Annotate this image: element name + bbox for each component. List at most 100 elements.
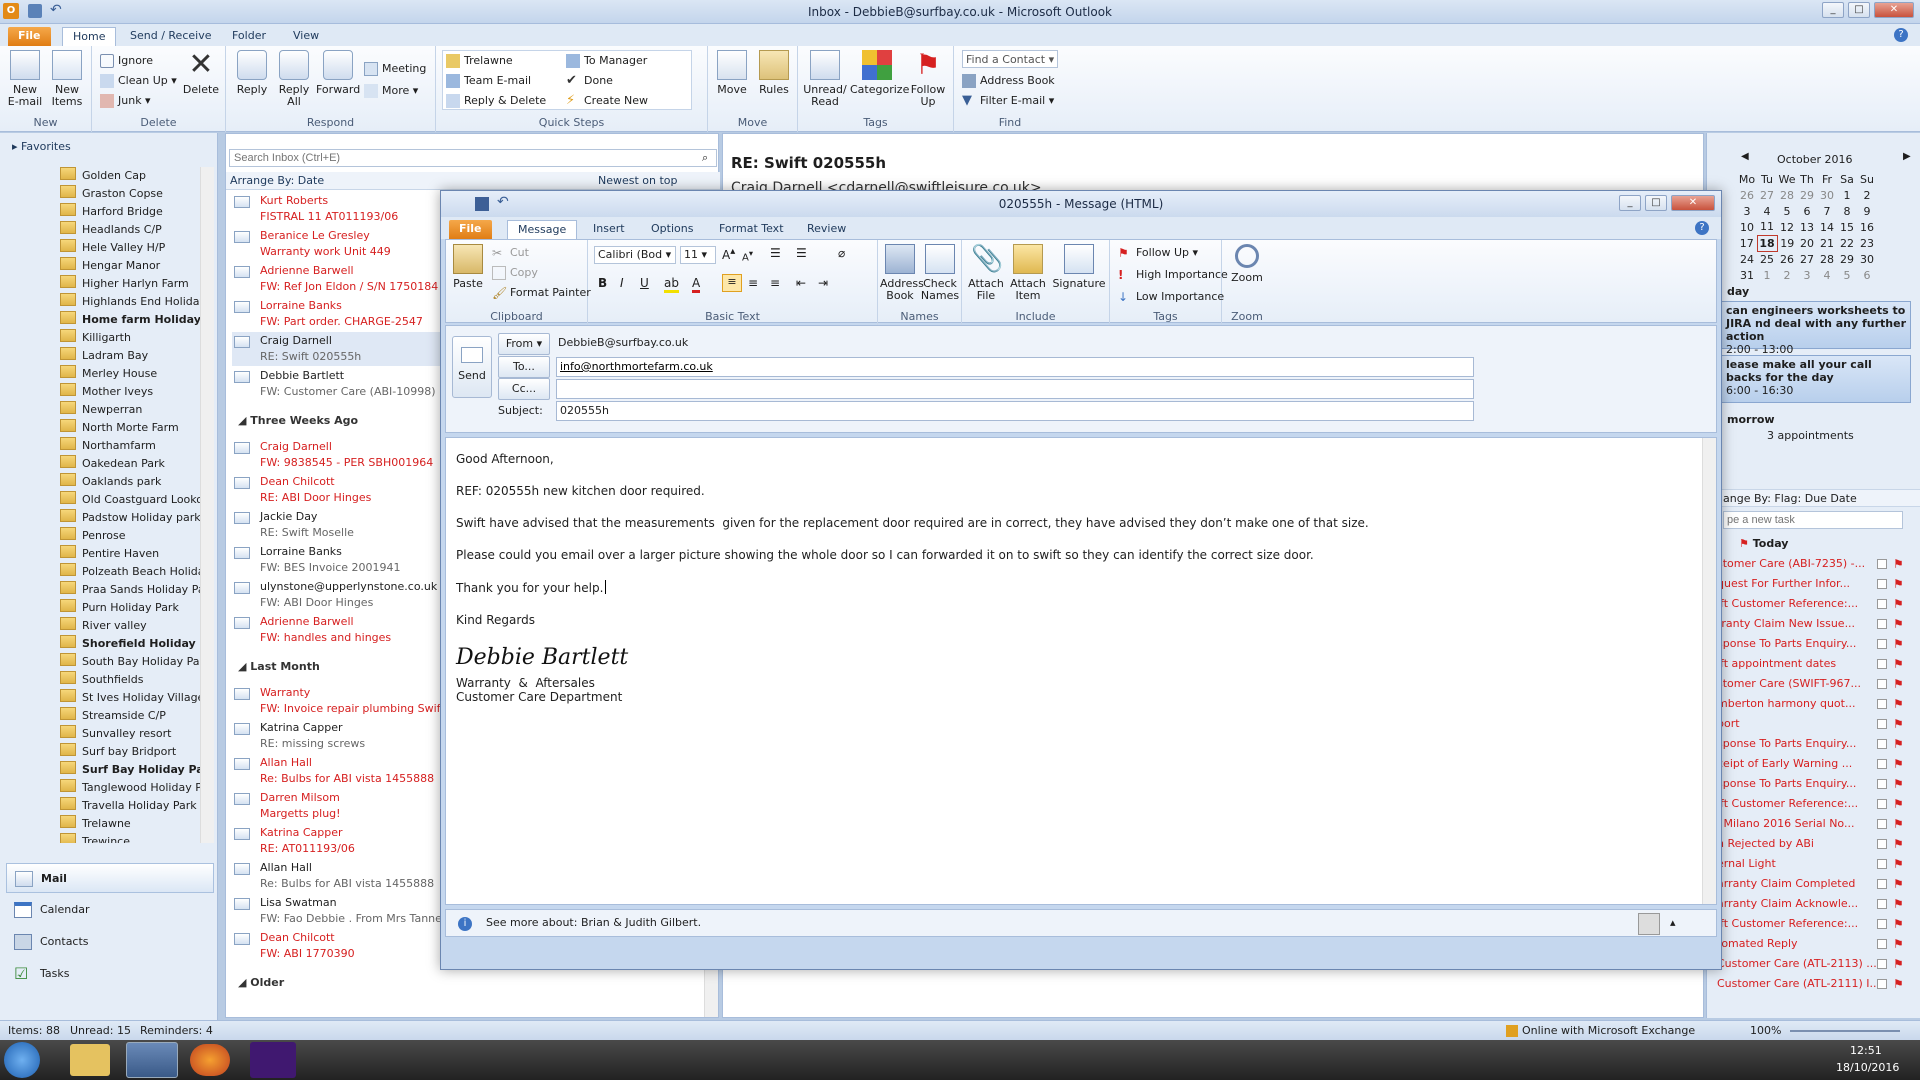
status-reminders[interactable]: Reminders: 4: [140, 1021, 213, 1041]
task-item[interactable]: ift Customer Reference:...: [1717, 917, 1887, 933]
collapse-group-icon[interactable]: ◢: [238, 976, 250, 989]
junk-button[interactable]: Junk ▾: [100, 92, 151, 110]
help-icon[interactable]: ?: [1894, 28, 1908, 42]
reply-all-button[interactable]: Reply All: [274, 50, 314, 108]
task-item[interactable]: stomer Care (SWIFT-967...: [1717, 677, 1887, 693]
task-checkbox[interactable]: [1877, 799, 1887, 809]
attach-file-button[interactable]: 📎 Attach File: [966, 244, 1006, 302]
task-checkbox[interactable]: [1877, 679, 1887, 689]
decrease-indent-icon[interactable]: ⇤: [796, 276, 806, 290]
task-item[interactable]: mberton harmony quot...: [1717, 697, 1887, 713]
align-center-icon[interactable]: ≡: [748, 276, 758, 290]
task-flag-icon[interactable]: ⚑: [1893, 637, 1904, 651]
font-size-select[interactable]: 11 ▾: [680, 246, 716, 264]
task-item[interactable]: arranty Claim Acknowle...: [1717, 897, 1887, 913]
folder-item[interactable]: Southfields: [60, 671, 200, 689]
zoom-button[interactable]: Zoom: [1228, 244, 1266, 284]
align-right-icon[interactable]: ≡: [770, 276, 780, 290]
compose-tab-file[interactable]: File: [449, 220, 492, 239]
task-arrange-by[interactable]: ange By: Flag: Due Date: [1707, 489, 1920, 507]
qs-done[interactable]: ✔ Done: [566, 72, 613, 90]
nav-contacts[interactable]: Contacts: [6, 927, 214, 957]
task-item[interactable]: sponse To Parts Enquiry...: [1717, 737, 1887, 753]
task-flag-icon[interactable]: ⚑: [1893, 917, 1904, 931]
calendar-day[interactable]: 1: [1757, 267, 1777, 283]
calendar-day[interactable]: 13: [1797, 219, 1817, 235]
calendar-day[interactable]: 5: [1777, 203, 1797, 219]
calendar-day[interactable]: 9: [1857, 203, 1877, 219]
calendar-day[interactable]: 26: [1737, 187, 1757, 203]
folder-item[interactable]: Praa Sands Holiday Park: [60, 581, 200, 599]
folder-item[interactable]: Graston Copse: [60, 185, 200, 203]
qs-to-manager[interactable]: To Manager: [566, 52, 647, 70]
calendar-day[interactable]: 10: [1737, 219, 1757, 235]
calendar-day[interactable]: 23: [1857, 235, 1877, 251]
folder-item[interactable]: Old Coastguard Lookou: [60, 491, 200, 509]
folder-item[interactable]: Golden Cap: [60, 167, 200, 185]
app-taskbar-icon[interactable]: [250, 1042, 296, 1078]
task-checkbox[interactable]: [1877, 739, 1887, 749]
signature-button[interactable]: Signature: [1052, 244, 1106, 290]
calendar-day[interactable]: 12: [1777, 219, 1797, 235]
task-checkbox[interactable]: [1877, 919, 1887, 929]
compose-tab-format-text[interactable]: Format Text: [709, 220, 794, 239]
folder-item[interactable]: St Ives Holiday Village: [60, 689, 200, 707]
start-button[interactable]: [4, 1042, 40, 1078]
task-checkbox[interactable]: [1877, 579, 1887, 589]
folder-item[interactable]: Travella Holiday Park: [60, 797, 200, 815]
folder-item[interactable]: Headlands C/P: [60, 221, 200, 239]
align-left-icon[interactable]: ≡: [722, 274, 742, 292]
task-flag-icon[interactable]: ⚑: [1893, 677, 1904, 691]
compose-tab-message[interactable]: Message: [507, 220, 578, 239]
compose-tab-options[interactable]: Options: [641, 220, 703, 239]
appointment-2[interactable]: lease make all your call backs for the d…: [1721, 355, 1911, 403]
compose-help-icon[interactable]: ?: [1695, 221, 1709, 235]
folder-item[interactable]: Hengar Manor: [60, 257, 200, 275]
message-body[interactable]: Good Afternoon, REF: 020555h new kitchen…: [445, 437, 1717, 905]
task-flag-icon[interactable]: ⚑: [1893, 957, 1904, 971]
calendar-day[interactable]: 2: [1857, 187, 1877, 203]
format-painter-button[interactable]: 🖌 Format Painter: [492, 284, 591, 302]
explorer-taskbar-icon[interactable]: [70, 1044, 110, 1076]
task-item[interactable]: sponse To Parts Enquiry...: [1717, 777, 1887, 793]
calendar-day[interactable]: 27: [1797, 251, 1817, 267]
task-item[interactable]: i Milano 2016 Serial No...: [1717, 817, 1887, 833]
calendar-day[interactable]: 1: [1837, 187, 1857, 203]
font-name-select[interactable]: Calibri (Bod ▾: [594, 246, 676, 264]
arrange-by-bar[interactable]: Arrange By: Date Newest on top: [226, 172, 720, 190]
task-flag-icon[interactable]: ⚑: [1893, 737, 1904, 751]
new-task-input[interactable]: [1723, 511, 1903, 529]
rules-button[interactable]: Rules: [754, 50, 794, 96]
task-flag-icon[interactable]: ⚑: [1893, 897, 1904, 911]
mail-group-header[interactable]: ◢ Last Month: [238, 660, 320, 673]
clear-formatting-icon[interactable]: ⌀: [838, 246, 845, 260]
folder-item[interactable]: Pentire Haven: [60, 545, 200, 563]
compose-follow-up-button[interactable]: ⚑ Follow Up ▾: [1118, 244, 1198, 262]
calendar-day[interactable]: 4: [1757, 203, 1777, 219]
task-flag-icon[interactable]: ⚑: [1893, 617, 1904, 631]
calendar-day[interactable]: 11: [1757, 219, 1777, 235]
task-flag-icon[interactable]: ⚑: [1893, 557, 1904, 571]
task-flag-icon[interactable]: ⚑: [1893, 977, 1904, 991]
task-checkbox[interactable]: [1877, 959, 1887, 969]
qs-team-email[interactable]: Team E-mail: [446, 72, 531, 90]
task-item[interactable]: port: [1717, 717, 1887, 733]
tab-send-receive[interactable]: Send / Receive: [120, 27, 221, 46]
calendar-day[interactable]: 4: [1817, 267, 1837, 283]
task-item[interactable]: ift appointment dates: [1717, 657, 1887, 673]
grow-font-icon[interactable]: A▴: [722, 246, 735, 262]
outlook-taskbar-icon[interactable]: [126, 1042, 178, 1078]
search-icon[interactable]: ⌕: [702, 151, 708, 165]
task-checkbox[interactable]: [1877, 639, 1887, 649]
to-field[interactable]: info@northmortefarm.co.uk: [556, 357, 1474, 377]
cut-button[interactable]: ✂ Cut: [492, 244, 529, 262]
numbering-icon[interactable]: ☰: [796, 246, 807, 260]
task-checkbox[interactable]: [1877, 779, 1887, 789]
folder-item[interactable]: Surf bay Bridport: [60, 743, 200, 761]
qs-create-new[interactable]: ⚡ Create New: [566, 92, 648, 110]
calendar-day[interactable]: 30: [1857, 251, 1877, 267]
task-checkbox[interactable]: [1877, 879, 1887, 889]
calendar-day[interactable]: 18: [1756, 234, 1778, 252]
tab-folder[interactable]: Folder: [222, 27, 276, 46]
task-checkbox[interactable]: [1877, 719, 1887, 729]
